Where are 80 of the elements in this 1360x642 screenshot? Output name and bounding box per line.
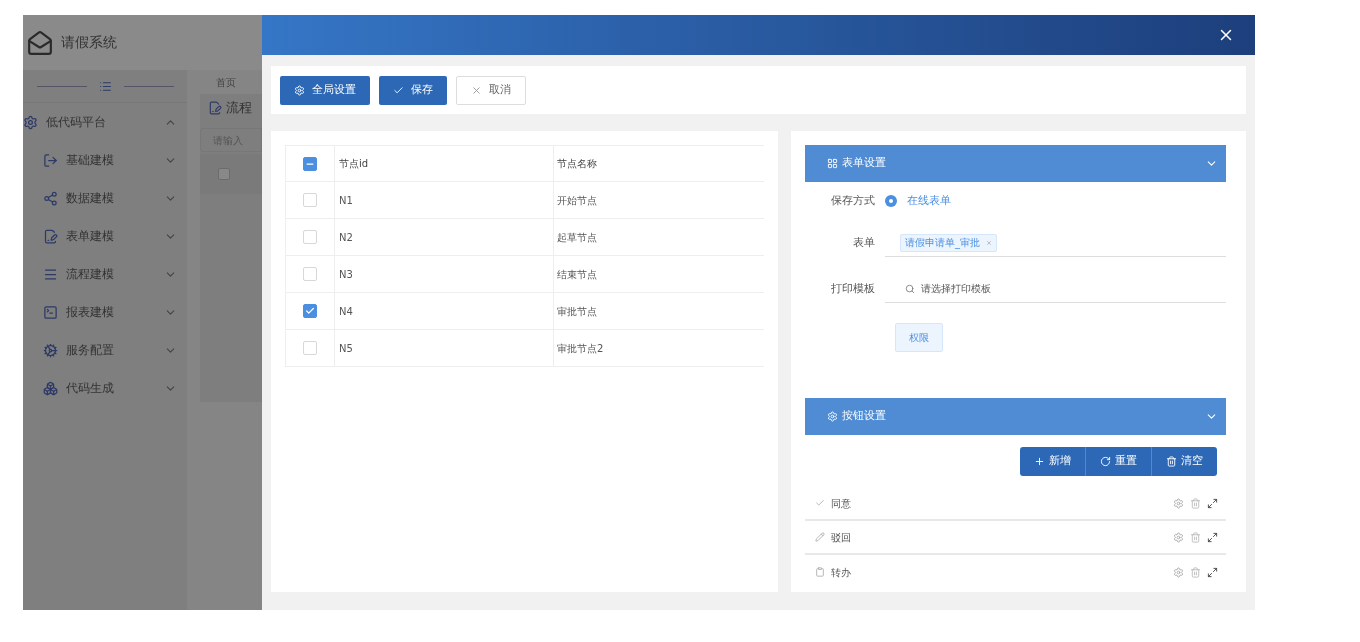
table-cell-text: N1: [339, 193, 353, 208]
check-icon: [305, 306, 315, 316]
permission-button[interactable]: 权限: [895, 322, 943, 352]
column-header: 节点名称: [557, 157, 597, 171]
menu-label: 代码生成: [66, 380, 115, 397]
menu-label: 表单建模: [66, 228, 115, 245]
menu-item[interactable]: 数据建模: [23, 179, 187, 217]
gear-icon: [294, 84, 305, 96]
check-icon: [815, 498, 825, 508]
toolbar-button[interactable]: 全局设置: [280, 75, 370, 105]
table-cell-text: 审批节点: [557, 304, 597, 319]
table-cell-text: N2: [339, 230, 353, 245]
list-icon[interactable]: [98, 79, 112, 93]
app-title: 请假系统: [61, 33, 117, 52]
toolbar-button[interactable]: 取消: [456, 75, 526, 105]
menu-item[interactable]: 代码生成: [23, 369, 187, 407]
menu-label: 基础建模: [66, 152, 115, 169]
menu-item[interactable]: 低代码平台: [23, 103, 187, 141]
action-button[interactable]: 清空: [1151, 446, 1217, 476]
trash-icon[interactable]: [1190, 566, 1201, 578]
menu-label: 报表建模: [66, 304, 115, 321]
action-button[interactable]: 新增: [1020, 446, 1085, 476]
table-cell-text: N4: [339, 304, 353, 319]
settings-icon[interactable]: [1173, 566, 1184, 578]
table-cell-text: 起草节点: [557, 230, 597, 245]
button-item-label: 转办: [831, 565, 852, 580]
selected-tag: 请假申请单_审批: [900, 233, 997, 252]
field-label: 保存方式: [830, 192, 876, 209]
menu-item[interactable]: 表单建模: [23, 217, 187, 255]
toolbar-button[interactable]: 保存: [379, 75, 447, 105]
checkbox[interactable]: [218, 168, 230, 180]
menu-label: 低代码平台: [46, 114, 107, 131]
edit-icon: [208, 101, 222, 115]
menu-label: 服务配置: [66, 342, 115, 359]
refresh-icon: [1100, 455, 1111, 467]
table-cell-text: N3: [339, 267, 353, 282]
menu-label: 数据建模: [66, 190, 115, 207]
table-cell-text: 开始节点: [557, 193, 597, 208]
section-title: 表单设置: [842, 155, 887, 172]
column-header: 节点id: [339, 157, 369, 171]
menu-label: 流程建模: [66, 266, 115, 283]
trash-icon: [1166, 455, 1177, 467]
field-label: 打印模板: [830, 280, 876, 297]
plus-icon: [1034, 455, 1045, 467]
checkbox[interactable]: [303, 304, 317, 318]
section-title: 按钮设置: [842, 408, 887, 425]
table-cell-text: 结束节点: [557, 267, 597, 282]
table-cell-text: N5: [339, 341, 353, 356]
gear-icon: [827, 411, 838, 422]
settings-icon[interactable]: [1173, 497, 1184, 509]
menu-item[interactable]: 服务配置: [23, 331, 187, 369]
panel-title: 流程: [226, 99, 252, 118]
close-icon: [471, 84, 482, 96]
search-icon: [905, 283, 915, 294]
table-cell-text: 审批节点2: [557, 341, 604, 356]
button-item-label: 驳回: [831, 530, 852, 545]
menu-item[interactable]: 流程建模: [23, 255, 187, 293]
gear-icon: [23, 114, 38, 130]
radio-button[interactable]: [885, 195, 897, 207]
remove-icon[interactable]: [986, 239, 992, 246]
trash-icon[interactable]: [1190, 497, 1201, 509]
grid-icon: [827, 158, 838, 169]
check-icon: [393, 84, 404, 96]
section-header[interactable]: 按钮设置: [805, 398, 1226, 435]
pencil-icon: [815, 532, 825, 542]
envelope-icon: [27, 29, 53, 56]
checkbox[interactable]: [303, 156, 317, 171]
clipboard-icon: [815, 567, 825, 577]
tab[interactable]: 首页: [216, 74, 236, 90]
action-button[interactable]: 重置: [1085, 446, 1151, 476]
settings-icon[interactable]: [1173, 531, 1184, 543]
menu-item[interactable]: 报表建模: [23, 293, 187, 331]
menu-item[interactable]: 基础建模: [23, 141, 187, 179]
field-label: 表单: [852, 234, 876, 251]
radio-label: 在线表单: [907, 192, 951, 209]
trash-icon[interactable]: [1190, 531, 1201, 543]
form-select[interactable]: 请假申请单_审批: [885, 229, 1226, 257]
template-search-field[interactable]: 请选择打印模板: [921, 281, 1226, 296]
section-header[interactable]: 表单设置: [805, 145, 1226, 182]
button-item-label: 同意: [831, 496, 852, 511]
